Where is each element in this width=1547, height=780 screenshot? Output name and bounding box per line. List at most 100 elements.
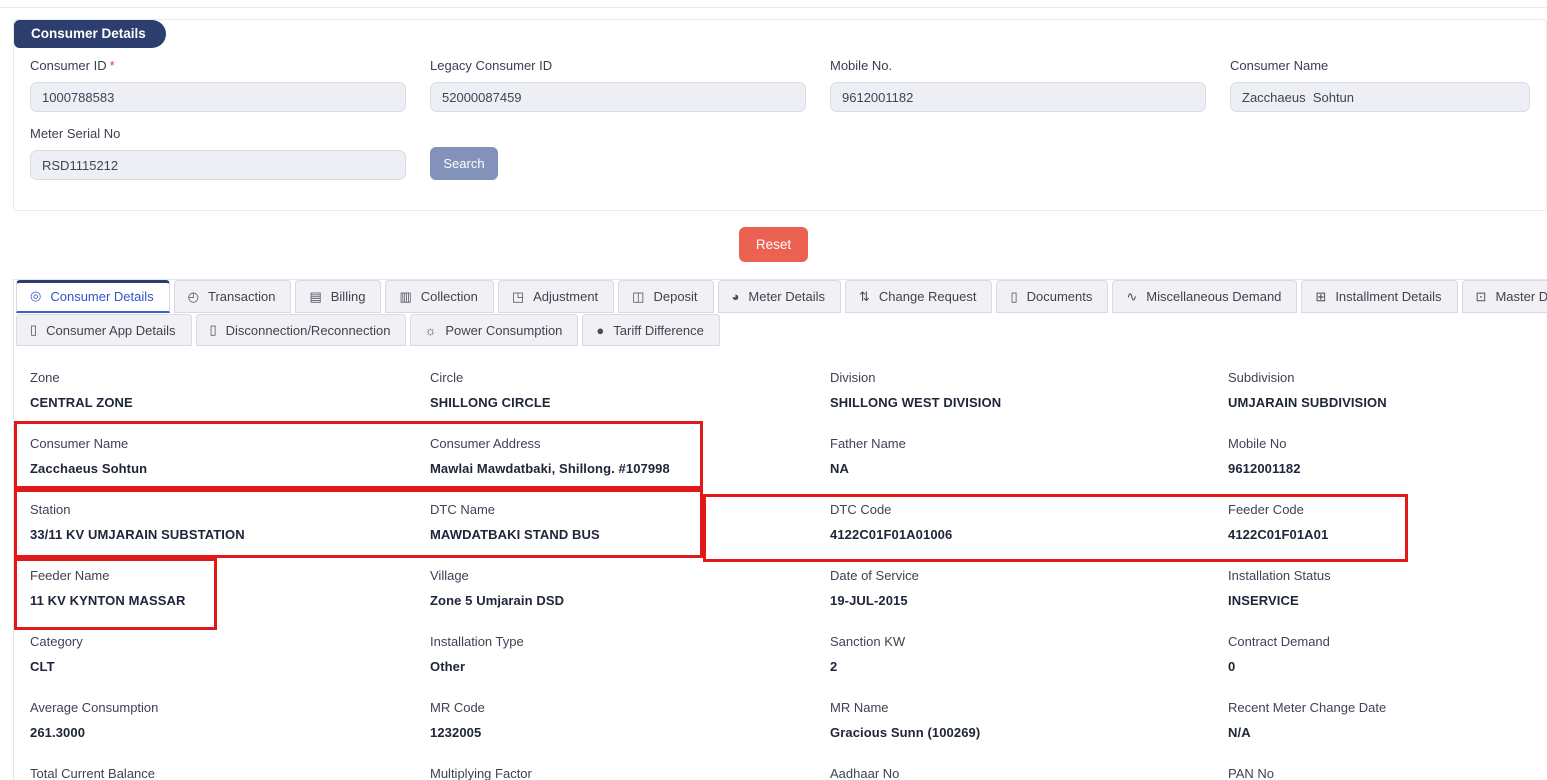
tab-label: Collection [420, 289, 478, 304]
field-value: 1232005 [430, 725, 482, 740]
field-label: MR Name [830, 700, 889, 715]
field-value: NA [830, 461, 849, 476]
detail-row: Feeder Name 11 KV KYNTON MASSAR Village Zon… [30, 546, 1547, 612]
tab-label: Billing [330, 289, 366, 304]
field-dtc-name: DTC Name MAWDATBAKI STAND BUS [430, 502, 830, 546]
field-total-current-balance: Total Current Balance [30, 766, 430, 780]
consumer-tab-panel: ◎ Consumer Details ◴ Transaction ▤ Billing ▥ Co… [13, 279, 1547, 780]
search-button[interactable]: Search [430, 147, 498, 180]
field-label: Consumer Name [30, 436, 129, 451]
detail-row: Zone CENTRAL ZONE Circle SHILLONG CIRCLE Div… [30, 348, 1547, 414]
field-label: Mobile No [1228, 436, 1287, 451]
document-icon: ▯ [1010, 288, 1018, 304]
swap-arrows-icon: ⇅ [858, 288, 870, 304]
field-consumer-name: Consumer Name Zacchaeus Sohtun [30, 436, 430, 480]
consumer-id-input[interactable] [30, 82, 406, 112]
field-label: Village [430, 568, 469, 583]
field-consumer-address: Consumer Address Mawlai Mawdatbaki, Shill… [430, 436, 830, 480]
field-label: Contract Demand [1228, 634, 1330, 649]
tab-label: Tariff Difference [613, 322, 704, 338]
tab-label: Installment Details [1335, 289, 1442, 304]
detail-row: Category CLT Installation Type Other Sanctio… [30, 612, 1547, 678]
field-value: Zacchaeus Sohtun [30, 461, 148, 476]
field-value: 33/11 KV UMJARAIN SUBSTATION [30, 527, 245, 542]
field-value: INSERVICE [1228, 593, 1299, 608]
field-installation-type: Installation Type Other [430, 634, 830, 678]
field-value: 9612001182 [1228, 461, 1301, 476]
field-value: 2 [830, 659, 838, 674]
mobile-no-field-group: Mobile No. [830, 58, 1230, 112]
field-label: Aadhaar No [830, 766, 900, 780]
tab-label: Miscellaneous Demand [1146, 289, 1282, 304]
field-value: 19-JUL-2015 [830, 593, 908, 608]
tab-deposit[interactable]: ◫ Deposit [618, 280, 714, 313]
field-value: SHILLONG CIRCLE [430, 395, 551, 410]
consumer-name-field-group: Consumer Name [1230, 58, 1530, 112]
field-label: Date of Service [830, 568, 919, 583]
field-label: DTC Code [830, 502, 892, 517]
tab-installment-details[interactable]: ⊞ Installment Details [1301, 280, 1458, 313]
tab-consumer-app-details[interactable]: ▯ Consumer App Details [16, 314, 192, 346]
field-label: Division [830, 370, 876, 385]
tab-change-request[interactable]: ⇅ Change Request [844, 280, 993, 313]
activity-wave-icon: ∿ [1126, 288, 1138, 304]
field-average-consumption: Average Consumption 261.3000 [30, 700, 430, 744]
tab-tariff-difference[interactable]: ● Tariff Difference [582, 314, 720, 346]
legacy-consumer-id-input[interactable] [430, 82, 806, 112]
field-value: 4122C01F01A01 [1228, 527, 1329, 542]
bulb-icon: ☼ [424, 322, 437, 338]
circle-icon: ● [596, 322, 605, 338]
tab-collection[interactable]: ▥ Collection [385, 280, 494, 313]
field-mobile-no: Mobile No 9612001182 [1228, 436, 1547, 480]
field-circle: Circle SHILLONG CIRCLE [430, 370, 830, 414]
field-label: Installation Type [430, 634, 524, 649]
field-mr-name: MR Name Gracious Sunn (100269) [830, 700, 1228, 744]
field-village: Village Zone 5 Umjarain DSD [430, 568, 830, 612]
field-contract-demand: Contract Demand 0 [1228, 634, 1547, 678]
field-label: Feeder Code [1228, 502, 1304, 517]
page-top-divider [0, 0, 1547, 8]
tab-meter-details[interactable]: ◕ Meter Details [717, 280, 841, 313]
reset-button[interactable]: Reset [738, 227, 809, 262]
tab-power-consumption[interactable]: ☼ Power Consumption [410, 314, 579, 346]
field-division: Division SHILLONG WEST DIVISION [830, 370, 1228, 414]
field-value: SHILLONG WEST DIVISION [830, 395, 1002, 410]
tab-disconnection-reconnection[interactable]: ▯ Disconnection/Reconnection [195, 314, 407, 346]
tab-label: Change Request [878, 289, 977, 304]
meter-serial-input[interactable] [30, 150, 406, 180]
installment-box-icon: ⊞ [1315, 288, 1327, 304]
field-label: DTC Name [430, 502, 496, 517]
mobile-icon: ▯ [209, 322, 217, 337]
field-label: Total Current Balance [30, 766, 156, 780]
field-station: Station 33/11 KV UMJARAIN SUBSTATION [30, 502, 430, 546]
tab-adjustment[interactable]: ◳ Adjustment [497, 280, 615, 313]
master-data-box-icon: ⊡ [1475, 288, 1487, 304]
field-father-name: Father Name NA [830, 436, 1228, 480]
field-value: 261.3000 [30, 725, 86, 740]
tab-documents[interactable]: ▯ Documents [996, 280, 1109, 313]
tab-row-2: ▯ Consumer App Details ▯ Disconnection/Reco… [14, 314, 1547, 346]
mobile-no-input[interactable] [830, 82, 1206, 112]
field-label: MR Code [430, 700, 485, 715]
detail-row: Total Current Balance Multiplying Factor A… [30, 744, 1547, 780]
field-feeder-name: Feeder Name 11 KV KYNTON MASSAR [30, 568, 430, 612]
field-feeder-code: Feeder Code 4122C01F01A01 [1228, 502, 1547, 546]
field-value: 0 [1228, 659, 1236, 674]
tab-transaction[interactable]: ◴ Transaction [173, 280, 292, 313]
tab-master-data-cor[interactable]: ⊡ Master Data Cor [1461, 280, 1547, 313]
tab-label: Power Consumption [445, 322, 563, 338]
tab-consumer-details[interactable]: ◎ Consumer Details [16, 280, 170, 313]
field-value: CLT [30, 659, 55, 674]
tab-row-1: ◎ Consumer Details ◴ Transaction ▤ Billing ▥ Co… [14, 280, 1547, 313]
legacy-consumer-id-label: Legacy Consumer ID [430, 58, 553, 73]
field-dtc-code: DTC Code 4122C01F01A01006 [830, 502, 1228, 546]
consumer-details-grid: Zone CENTRAL ZONE Circle SHILLONG CIRCLE Div… [14, 346, 1547, 780]
consumer-search-panel: Consumer Details Consumer ID* Legacy Con… [13, 19, 1547, 211]
consumer-name-input[interactable] [1230, 82, 1530, 112]
collection-list-icon: ▥ [399, 288, 412, 304]
field-value: Gracious Sunn (100269) [830, 725, 981, 740]
tab-miscellaneous-demand[interactable]: ∿ Miscellaneous Demand [1112, 280, 1298, 313]
tab-label: Master Data Cor [1495, 289, 1547, 304]
field-sanction-kw: Sanction KW 2 [830, 634, 1228, 678]
tab-billing[interactable]: ▤ Billing [295, 280, 382, 313]
